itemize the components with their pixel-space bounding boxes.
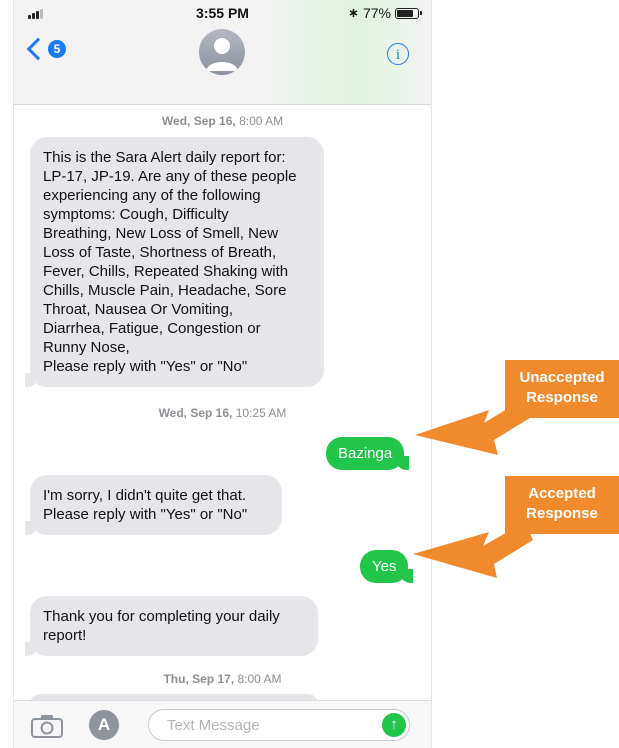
unaccepted-response-callout: Unaccepted Response <box>519 369 605 406</box>
bluetooth-icon: ∗ <box>348 5 359 20</box>
chevron-left-icon <box>26 37 50 61</box>
camera-icon[interactable] <box>31 714 63 738</box>
timestamp: Thu, Sep 17, 8:00 AM <box>163 672 282 686</box>
timestamp: Wed, Sep 16, 10:25 AM <box>158 406 287 420</box>
unread-count-badge: 5 <box>48 40 66 58</box>
app-store-icon[interactable]: A <box>89 710 119 740</box>
battery-percentage: 77% <box>362 5 391 21</box>
messages-screen: 3:55 PM ∗ 77% 5 i Wed, Sep 16, 8:00 AM T… <box>13 0 432 748</box>
person-silhouette-icon <box>206 38 238 71</box>
back-button[interactable]: 5 <box>24 37 66 61</box>
message-input-field[interactable]: ↑ <box>148 709 410 741</box>
contact-avatar[interactable] <box>199 29 245 75</box>
incoming-message: I'm sorry, I didn't quite get that. Plea… <box>25 475 282 535</box>
send-arrow-up-icon[interactable]: ↑ <box>382 713 406 737</box>
info-icon[interactable]: i <box>387 43 409 65</box>
compose-bar: A ↑ <box>14 700 431 748</box>
accepted-response-callout: Accepted Response <box>526 485 598 522</box>
incoming-message: Thank you for completing your daily repo… <box>25 596 318 656</box>
timestamp: Wed, Sep 16, 8:00 AM <box>161 114 284 128</box>
outgoing-message: Yes <box>360 550 415 583</box>
battery-icon <box>395 7 422 19</box>
status-bar: 3:55 PM ∗ 77% <box>14 0 431 24</box>
status-right-group: ∗ 77% <box>348 5 422 21</box>
conversation-header: 3:55 PM ∗ 77% 5 i <box>14 0 431 105</box>
outgoing-message: Bazinga <box>326 437 410 470</box>
incoming-message: This is the Sara Alert daily report for:… <box>25 137 324 387</box>
message-input[interactable] <box>165 716 369 735</box>
